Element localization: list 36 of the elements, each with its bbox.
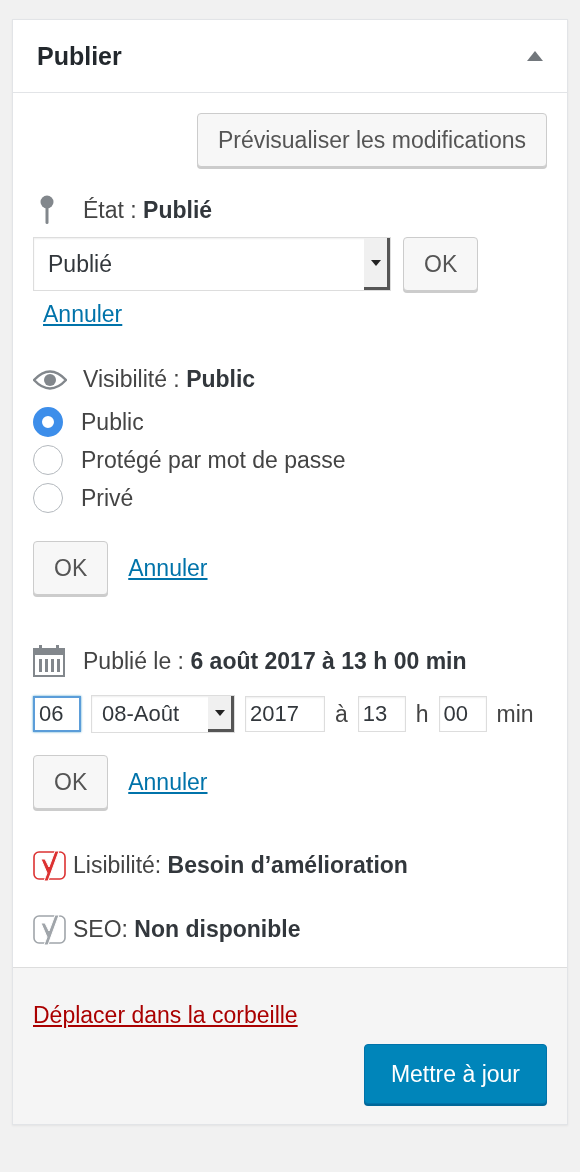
date-input[interactable]: 2017: [245, 696, 325, 732]
radio-button[interactable]: [33, 445, 63, 475]
date-separator: h: [415, 700, 429, 728]
publish-date-label: Publié le : 6 août 2017 à 13 h 00 min: [83, 647, 467, 675]
trash-link[interactable]: Déplacer dans la corbeille: [33, 1002, 298, 1029]
visibility-label: Visibilité : Public: [83, 366, 256, 393]
date-separator: min: [496, 700, 534, 728]
eye-icon: [33, 368, 67, 391]
status-label: État : Publié: [83, 196, 213, 224]
radio-label: Privé: [81, 484, 134, 512]
preview-button[interactable]: Prévisualiser les modifications: [196, 113, 547, 167]
ok-button[interactable]: OK: [33, 755, 109, 809]
date-input[interactable]: 13: [357, 696, 406, 732]
cancel-link[interactable]: Annuler: [128, 768, 208, 796]
caret-icon: [214, 709, 225, 716]
date-input[interactable]: 00: [438, 696, 487, 732]
update-button[interactable]: Mettre à jour: [363, 1044, 547, 1104]
date-input[interactable]: 06: [33, 696, 81, 732]
pin-icon: [39, 195, 55, 225]
calendar-icon: [33, 645, 65, 677]
ok-button[interactable]: OK: [403, 237, 479, 291]
status-select[interactable]: Publié: [33, 237, 391, 291]
radio-button[interactable]: [33, 483, 63, 513]
cancel-link[interactable]: Annuler: [128, 554, 208, 582]
panel-title: Publier: [37, 41, 122, 71]
caret-icon: [370, 259, 381, 266]
seo-score-label: SEO: Non disponible: [73, 915, 301, 943]
month-select[interactable]: 08-Août: [91, 695, 235, 733]
radio-label: Public: [81, 408, 144, 436]
cancel-link[interactable]: Annuler: [43, 301, 123, 328]
ok-button[interactable]: OK: [33, 541, 109, 595]
date-separator: à: [335, 700, 348, 728]
seo-score-label: Lisibilité: Besoin d’amélioration: [73, 851, 408, 879]
radio-button[interactable]: [33, 407, 63, 437]
radio-label: Protégé par mot de passe: [81, 446, 346, 474]
collapse-toggle-icon[interactable]: [527, 50, 543, 62]
